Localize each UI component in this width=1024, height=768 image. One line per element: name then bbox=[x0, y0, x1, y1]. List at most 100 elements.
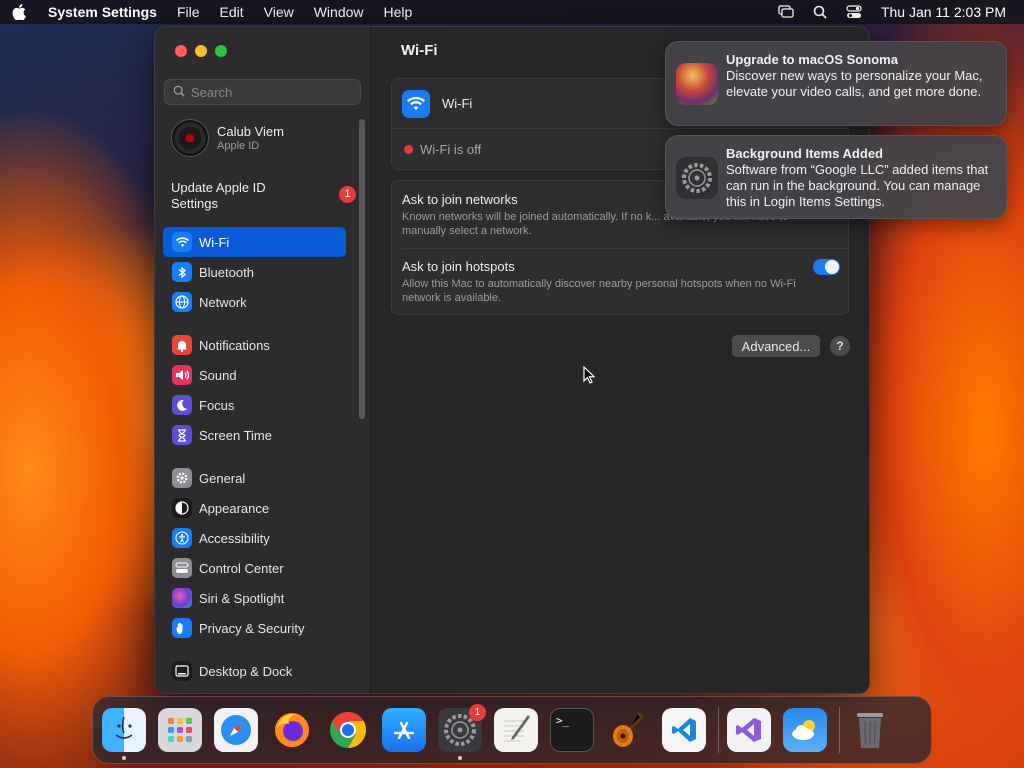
account-subtitle: Apple ID bbox=[217, 140, 260, 152]
speaker-icon bbox=[172, 365, 192, 385]
screen-mirroring-icon[interactable] bbox=[777, 4, 795, 20]
search-input[interactable] bbox=[191, 84, 351, 100]
trash-icon[interactable] bbox=[848, 708, 892, 752]
notification-background-items[interactable]: Background Items Added Software from “Go… bbox=[665, 135, 1007, 219]
sidebar-item-desktop-dock[interactable]: Desktop & Dock bbox=[163, 656, 346, 686]
textedit-icon[interactable] bbox=[494, 708, 538, 752]
visual-studio-icon[interactable] bbox=[727, 708, 771, 752]
control-center-icon bbox=[172, 558, 192, 578]
update-label: Update Apple ID Settings bbox=[171, 180, 266, 211]
system-settings-window: Calub Viem Apple ID Update Apple ID Sett… bbox=[154, 26, 870, 694]
sidebar-item-bluetooth[interactable]: Bluetooth bbox=[163, 257, 346, 287]
safari-icon[interactable] bbox=[214, 708, 258, 752]
menu-edit[interactable]: Edit bbox=[220, 4, 244, 20]
apple-id-account[interactable]: Calub Viem Apple ID bbox=[171, 119, 284, 157]
sidebar-item-notifications[interactable]: Notifications bbox=[163, 330, 346, 360]
help-button[interactable]: ? bbox=[830, 336, 850, 356]
minimize-window-button[interactable] bbox=[195, 45, 207, 57]
sidebar-item-label: Accessibility bbox=[199, 530, 270, 546]
ask-hotspots-toggle[interactable] bbox=[813, 259, 840, 275]
appearance-icon bbox=[172, 498, 192, 518]
sidebar-item-privacy-security[interactable]: Privacy & Security bbox=[163, 613, 346, 643]
account-name: Calub Viem bbox=[217, 124, 284, 139]
dock-separator bbox=[839, 707, 840, 753]
terminal-prompt: >_ bbox=[556, 714, 570, 727]
sidebar-item-siri-spotlight[interactable]: Siri & Spotlight bbox=[163, 583, 346, 613]
search-icon[interactable] bbox=[811, 4, 829, 20]
ask-to-join-hotspots: Ask to join hotspots Allow this Mac to a… bbox=[402, 259, 832, 305]
sidebar-item-accessibility[interactable]: Accessibility bbox=[163, 523, 346, 553]
finder-icon[interactable] bbox=[102, 708, 146, 760]
menu-file[interactable]: File bbox=[177, 4, 200, 20]
moon-icon bbox=[172, 395, 192, 415]
update-apple-id-settings[interactable]: Update Apple ID Settings 1 bbox=[171, 180, 356, 212]
advanced-button[interactable]: Advanced... bbox=[732, 335, 820, 357]
siri-icon bbox=[172, 588, 192, 608]
window-controls bbox=[175, 45, 235, 57]
system-settings-icon[interactable]: 1 bbox=[438, 704, 486, 760]
sidebar-item-control-center[interactable]: Control Center bbox=[163, 553, 346, 583]
close-window-button[interactable] bbox=[175, 45, 187, 57]
dock: 1 >_ bbox=[92, 696, 932, 764]
sidebar-item-label: Desktop & Dock bbox=[199, 663, 293, 679]
sidebar-item-label: Wi-Fi bbox=[199, 234, 230, 250]
sidebar-item-label: Focus bbox=[199, 397, 235, 413]
sidebar-item-screen-time[interactable]: Screen Time bbox=[163, 420, 346, 450]
launchpad-icon[interactable] bbox=[158, 708, 202, 752]
sidebar-item-label: Bluetooth bbox=[199, 264, 254, 280]
sidebar-nav: Wi-Fi Bluetooth Network Notifications So… bbox=[163, 227, 346, 686]
vscode-icon[interactable] bbox=[662, 708, 706, 752]
menu-help[interactable]: Help bbox=[384, 4, 413, 20]
sidebar-item-general[interactable]: General bbox=[163, 463, 346, 493]
globe-icon bbox=[172, 292, 192, 312]
weather-icon[interactable] bbox=[783, 708, 827, 752]
wifi-settings-pane: Wi-Fi Wi-Fi Wi-Fi is off Ask to join net… bbox=[371, 27, 869, 693]
sidebar-item-label: Screen Time bbox=[199, 427, 272, 443]
notification-content: Upgrade to macOS Sonoma Discover new way… bbox=[726, 52, 996, 115]
sidebar-item-label: Network bbox=[199, 294, 247, 310]
gear-icon bbox=[676, 157, 718, 199]
firefox-icon[interactable] bbox=[270, 708, 314, 752]
notification-title: Background Items Added bbox=[726, 146, 883, 161]
sidebar-scrollbar[interactable] bbox=[359, 119, 365, 419]
menu-bar-clock[interactable]: Thu Jan 11 2:03 PM bbox=[881, 4, 1006, 20]
terminal-icon[interactable]: >_ bbox=[550, 708, 594, 752]
menu-view[interactable]: View bbox=[264, 4, 294, 20]
sidebar-item-focus[interactable]: Focus bbox=[163, 390, 346, 420]
mouse-cursor-icon bbox=[583, 365, 596, 387]
zoom-window-button[interactable] bbox=[215, 45, 227, 57]
garageband-icon[interactable] bbox=[606, 708, 650, 752]
sidebar-item-label: General bbox=[199, 470, 246, 486]
ask-hotspots-desc: Allow this Mac to automatically discover… bbox=[402, 278, 796, 304]
apple-menu-icon[interactable] bbox=[12, 4, 28, 20]
wifi-icon bbox=[172, 232, 192, 252]
app-store-icon[interactable] bbox=[382, 708, 426, 752]
sidebar-item-label: Control Center bbox=[199, 560, 284, 576]
notification-sonoma-upgrade[interactable]: Upgrade to macOS Sonoma Discover new way… bbox=[665, 41, 1007, 126]
running-indicator bbox=[122, 756, 126, 760]
sidebar-search[interactable] bbox=[164, 79, 361, 105]
app-menu[interactable]: System Settings bbox=[48, 4, 157, 20]
search-icon bbox=[173, 85, 185, 100]
sidebar-item-sound[interactable]: Sound bbox=[163, 360, 346, 390]
sidebar-item-appearance[interactable]: Appearance bbox=[163, 493, 346, 523]
account-info: Calub Viem Apple ID bbox=[217, 124, 284, 152]
running-indicator bbox=[458, 756, 462, 760]
menu-window[interactable]: Window bbox=[314, 4, 364, 20]
gear-icon bbox=[172, 468, 192, 488]
control-center-icon[interactable] bbox=[845, 4, 863, 20]
wifi-status-text: Wi-Fi is off bbox=[420, 141, 482, 157]
bell-icon bbox=[172, 335, 192, 355]
status-off-indicator bbox=[404, 144, 413, 154]
chrome-icon[interactable] bbox=[326, 708, 370, 752]
update-badge: 1 bbox=[339, 186, 356, 203]
sidebar-item-label: Privacy & Security bbox=[199, 620, 305, 636]
sidebar-item-wifi[interactable]: Wi-Fi bbox=[163, 227, 346, 257]
sidebar-item-network[interactable]: Network bbox=[163, 287, 346, 317]
sidebar-item-label: Notifications bbox=[199, 337, 270, 353]
ask-hotspots-title: Ask to join hotspots bbox=[402, 259, 515, 274]
dock-separator bbox=[718, 707, 719, 753]
sidebar-item-label: Sound bbox=[199, 367, 237, 383]
sidebar-item-label: Siri & Spotlight bbox=[199, 590, 285, 606]
wifi-label: Wi-Fi bbox=[442, 96, 473, 111]
